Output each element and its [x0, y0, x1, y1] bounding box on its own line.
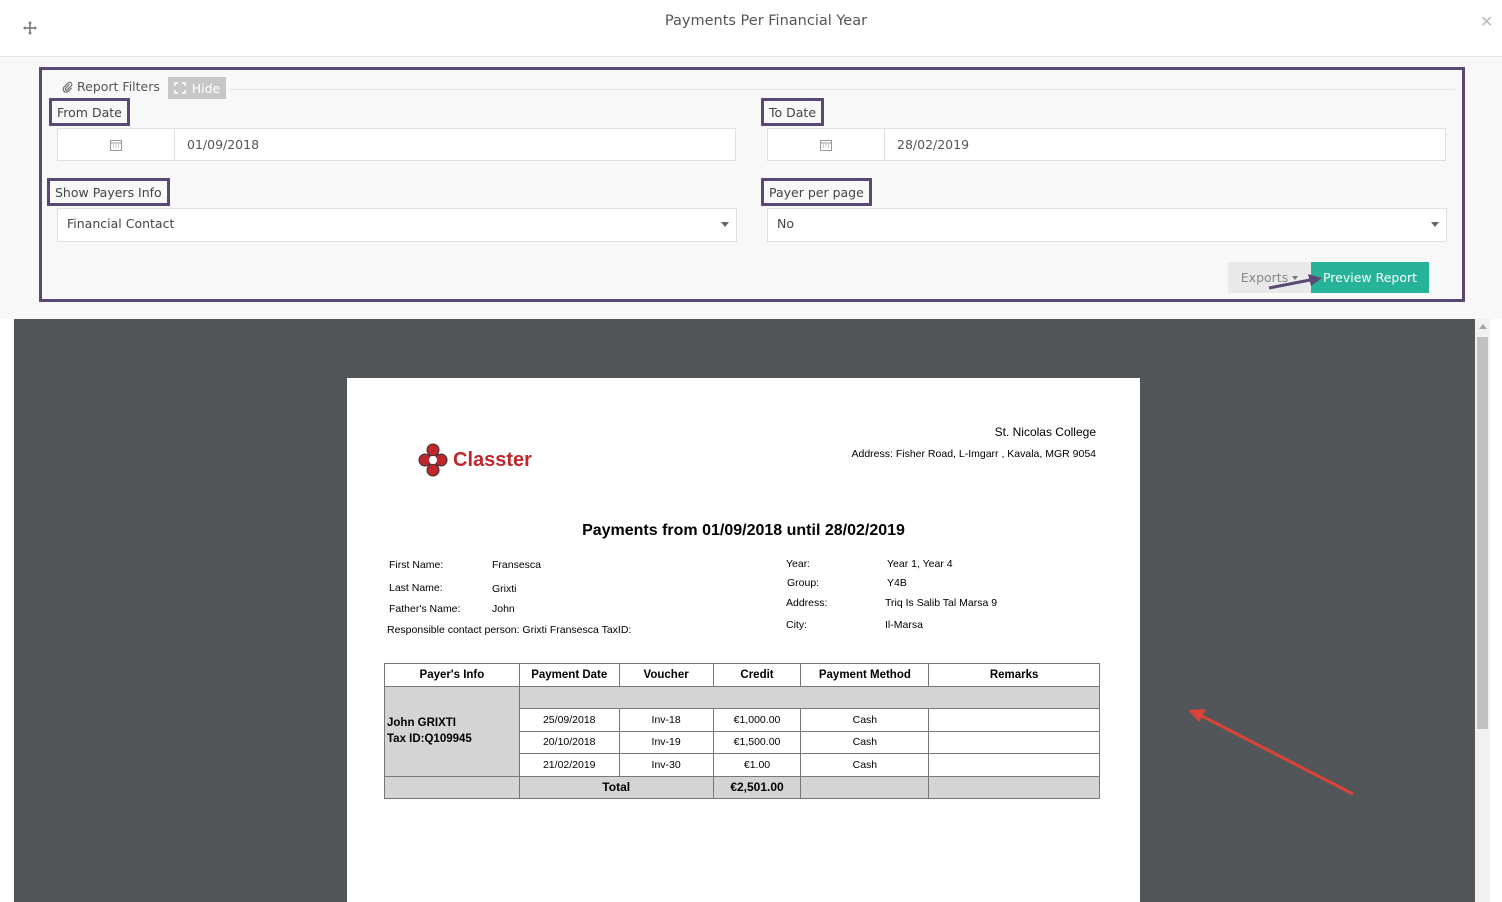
city-label: City:	[786, 619, 807, 631]
logo-mark-icon	[418, 443, 448, 477]
school-address: Address: Fisher Road, L-Imgarr , Kavala,…	[851, 448, 1096, 460]
paperclip-icon	[62, 81, 73, 93]
payments-table: Payer's Info Payment Date Voucher Credit…	[384, 663, 1101, 799]
to-date-input[interactable]: 28/02/2019	[885, 129, 969, 160]
from-date-label: From Date	[49, 98, 130, 126]
report-filters-label: Report Filters	[62, 79, 160, 94]
remarks-cell	[928, 753, 1100, 777]
header-payment-date: Payment Date	[518, 663, 620, 687]
credit-cell: €1,500.00	[712, 730, 802, 754]
spacer-cell	[518, 686, 1101, 709]
to-date-calendar-button[interactable]	[768, 129, 885, 160]
total-method-cell	[800, 775, 930, 799]
scroll-up-arrow[interactable]	[1479, 324, 1487, 329]
payment-date-cell: 25/09/2018	[518, 708, 620, 732]
annotation-arrow-purple	[1268, 274, 1322, 290]
payer-tax-id: Tax ID:Q109945	[387, 733, 472, 746]
to-date-field[interactable]: 28/02/2019	[767, 128, 1446, 161]
report-title: Payments from 01/09/2018 until 28/02/201…	[582, 522, 905, 539]
expand-icon	[174, 82, 186, 94]
last-name-value: Grixti	[492, 583, 517, 595]
classter-logo: Classter	[417, 442, 532, 478]
preview-report-button[interactable]: Preview Report	[1311, 262, 1429, 293]
total-spacer-cell	[384, 775, 520, 799]
total-value: €2,501.00	[712, 775, 802, 799]
hide-filters-button[interactable]: Hide	[168, 77, 226, 99]
chevron-down-icon	[1431, 222, 1439, 227]
annotation-arrow-red	[1188, 709, 1354, 796]
responsible-contact: Responsible contact person: Grixti Frans…	[387, 624, 632, 636]
hide-label: Hide	[191, 80, 221, 96]
payer-info-cell: John GRIXTI Tax ID:Q109945	[384, 686, 520, 777]
from-date-input[interactable]: 01/09/2018	[175, 129, 259, 160]
group-value: Y4B	[887, 577, 907, 589]
payer-per-page-label: Payer per page	[761, 178, 872, 206]
payer-per-page-value: No	[777, 216, 794, 231]
address-value: Triq Is Salib Tal Marsa 9	[885, 597, 998, 609]
header-credit: Credit	[712, 663, 802, 687]
show-payers-info-label: Show Payers Info	[47, 178, 170, 206]
first-name-value: Fransesca	[492, 559, 542, 571]
header-voucher: Voucher	[618, 663, 714, 687]
voucher-cell: Inv-19	[618, 730, 714, 754]
father-name-value: John	[492, 603, 515, 615]
divider	[230, 89, 1455, 90]
group-label: Group:	[787, 577, 820, 589]
payment-method-cell: Cash	[800, 753, 930, 777]
calendar-icon	[110, 139, 122, 151]
payer-name: John GRIXTI	[387, 717, 456, 730]
credit-cell: €1,000.00	[712, 708, 802, 732]
address-label: Address:	[786, 597, 828, 609]
year-value: Year 1, Year 4	[887, 558, 953, 570]
last-name-label: Last Name:	[389, 582, 443, 594]
payment-date-cell: 21/02/2019	[518, 753, 620, 777]
credit-cell: €1.00	[712, 753, 802, 777]
modal-title: Payments Per Financial Year	[664, 13, 868, 29]
remarks-cell	[928, 708, 1100, 732]
payer-per-page-select[interactable]: No	[767, 208, 1447, 242]
table-header-row: Payer's Info Payment Date Voucher Credit…	[384, 663, 1100, 687]
voucher-cell: Inv-30	[618, 753, 714, 777]
to-date-label: To Date	[761, 98, 825, 126]
total-label: Total	[518, 775, 714, 799]
modal-header: Payments Per Financial Year ✕	[0, 0, 1502, 57]
report-filters-text: Report Filters	[77, 79, 160, 94]
payment-method-cell: Cash	[800, 730, 930, 754]
payment-method-cell: Cash	[800, 708, 930, 732]
logo-text: Classter	[453, 448, 532, 471]
show-payers-info-value: Financial Contact	[67, 216, 175, 231]
close-icon[interactable]: ✕	[1480, 12, 1493, 31]
payment-date-cell: 20/10/2018	[518, 730, 620, 754]
voucher-cell: Inv-18	[618, 708, 714, 732]
school-name: St. Nicolas College	[994, 425, 1096, 439]
total-remarks-cell	[928, 775, 1100, 799]
header-payers-info: Payer's Info	[384, 663, 520, 687]
remarks-cell	[928, 730, 1100, 754]
show-payers-info-select[interactable]: Financial Contact	[57, 208, 737, 242]
father-name-label: Father's Name:	[389, 603, 461, 615]
from-date-calendar-button[interactable]	[58, 129, 175, 160]
header-payment-method: Payment Method	[800, 663, 930, 687]
calendar-icon	[820, 139, 832, 151]
scrollbar-thumb[interactable]	[1477, 337, 1488, 729]
table-spacer-row: John GRIXTI Tax ID:Q109945	[384, 686, 1101, 777]
from-date-field[interactable]: 01/09/2018	[57, 128, 736, 161]
chevron-down-icon	[721, 222, 729, 227]
header-remarks: Remarks	[928, 663, 1100, 687]
first-name-label: First Name:	[389, 559, 444, 571]
year-label: Year:	[786, 558, 811, 570]
table-total-row: Total €2,501.00	[384, 775, 1100, 799]
city-value: Il-Marsa	[885, 619, 923, 631]
